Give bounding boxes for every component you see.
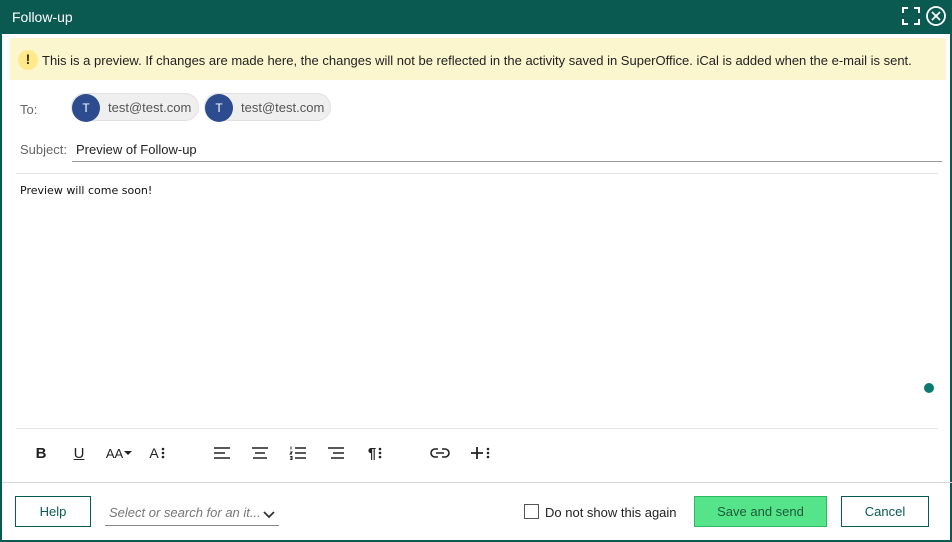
bold-glyph: B [35,444,47,462]
maximize-icon[interactable] [900,5,922,27]
insert-icon[interactable] [467,442,493,464]
text-style-glyph: A [149,445,159,461]
save-and-send-button[interactable]: Save and send [694,496,827,527]
divider [16,428,938,429]
preview-warning-banner: This is a preview. If changes are made h… [10,38,946,80]
font-size-glyph: AA [105,445,124,461]
to-label: To: [20,102,38,117]
subject-input[interactable] [72,138,942,162]
title-bar: Follow-up [2,0,952,34]
avatar: T [205,94,233,122]
recipient-email: test@test.com [108,100,192,115]
avatar: T [72,94,100,122]
underline-icon[interactable]: U [67,442,91,464]
text-style-icon[interactable]: A [144,442,170,464]
exclamation-icon [18,50,38,70]
divider [16,173,938,174]
help-button[interactable]: Help [15,496,91,527]
footer-divider [2,482,952,483]
paragraph-icon[interactable]: ¶ [362,442,388,464]
item-search-select[interactable]: Select or search for an it... [105,500,279,526]
recipient-chip[interactable]: T test@test.com [204,93,331,122]
align-right-icon[interactable] [324,442,348,464]
recipient-email: test@test.com [241,100,325,115]
align-left-icon[interactable] [210,442,234,464]
email-body[interactable]: Preview will come soon! [20,184,920,414]
font-size-icon[interactable]: AA [104,442,134,464]
subject-label: Subject: [20,142,67,157]
chevron-down-icon [263,506,275,524]
recipient-chip[interactable]: T test@test.com [71,93,199,122]
link-icon[interactable] [428,442,452,464]
select-placeholder: Select or search for an it... [109,505,261,520]
status-dot [924,383,934,393]
align-center-icon[interactable] [248,442,272,464]
do-not-show-label: Do not show this again [545,505,677,520]
follow-up-dialog: Follow-up This is a preview. If changes … [0,0,952,542]
window-title: Follow-up [12,9,73,25]
banner-text: This is a preview. If changes are made h… [42,53,912,68]
do-not-show-checkbox[interactable] [524,504,539,519]
underline-glyph: U [73,444,85,462]
bold-icon[interactable]: B [29,442,53,464]
cancel-button[interactable]: Cancel [841,496,929,527]
numbered-list-icon[interactable] [286,442,310,464]
close-icon[interactable] [925,5,947,27]
pilcrow-glyph: ¶ [367,444,377,462]
